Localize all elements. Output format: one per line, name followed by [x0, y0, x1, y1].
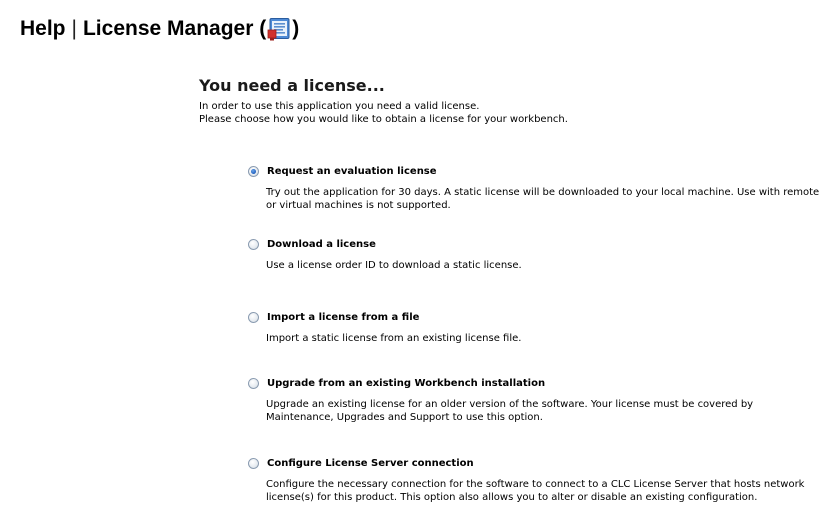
option-download: Download a license Use a license order I… [248, 236, 820, 272]
header-separator: | [71, 17, 77, 40]
option-license-server-description: Configure the necessary connection for t… [266, 479, 805, 503]
option-upgrade-label[interactable]: Upgrade from an existing Workbench insta… [267, 378, 545, 389]
help-label: Help [20, 17, 66, 40]
option-license-server-head[interactable]: Configure License Server connection [248, 455, 820, 471]
option-import-description: Import a static license from an existing… [266, 333, 522, 344]
evaluation-radio[interactable] [248, 165, 259, 177]
option-import: Import a license from a file Import a st… [248, 309, 820, 345]
license-panel: You need a license... In order to use th… [199, 76, 819, 126]
import-radio[interactable] [248, 311, 259, 323]
option-evaluation-label[interactable]: Request an evaluation license [267, 166, 437, 177]
panel-title: You need a license... [199, 76, 385, 95]
page-title: License Manager ( [82, 17, 267, 40]
option-evaluation-head[interactable]: Request an evaluation license [248, 163, 820, 179]
option-download-label[interactable]: Download a license [267, 239, 376, 250]
intro-line-1: In order to use this application you nee… [199, 101, 480, 112]
intro-text: In order to use this application you nee… [199, 101, 819, 126]
option-import-head[interactable]: Import a license from a file [248, 309, 820, 325]
option-evaluation-description: Try out the application for 30 days. A s… [266, 187, 820, 211]
option-import-label[interactable]: Import a license from a file [267, 312, 419, 323]
page-header: Help | License Manager ( ) [20, 14, 299, 44]
intro-line-2: Please choose how you would like to obta… [199, 113, 568, 125]
license-server-radio[interactable] [248, 457, 259, 469]
title-suffix: ) [292, 17, 300, 40]
option-upgrade-head[interactable]: Upgrade from an existing Workbench insta… [248, 375, 820, 391]
option-upgrade-description: Upgrade an existing license for an older… [266, 399, 754, 423]
download-radio[interactable] [248, 238, 259, 250]
option-upgrade: Upgrade from an existing Workbench insta… [248, 375, 820, 424]
option-evaluation: Request an evaluation license Try out th… [248, 163, 820, 212]
option-license-server-label[interactable]: Configure License Server connection [267, 458, 474, 469]
option-download-description: Use a license order ID to download a sta… [266, 260, 522, 271]
license-manager-icon [267, 17, 291, 41]
option-license-server: Configure License Server connection Conf… [248, 455, 820, 504]
option-download-head[interactable]: Download a license [248, 236, 820, 252]
upgrade-radio[interactable] [248, 377, 259, 389]
